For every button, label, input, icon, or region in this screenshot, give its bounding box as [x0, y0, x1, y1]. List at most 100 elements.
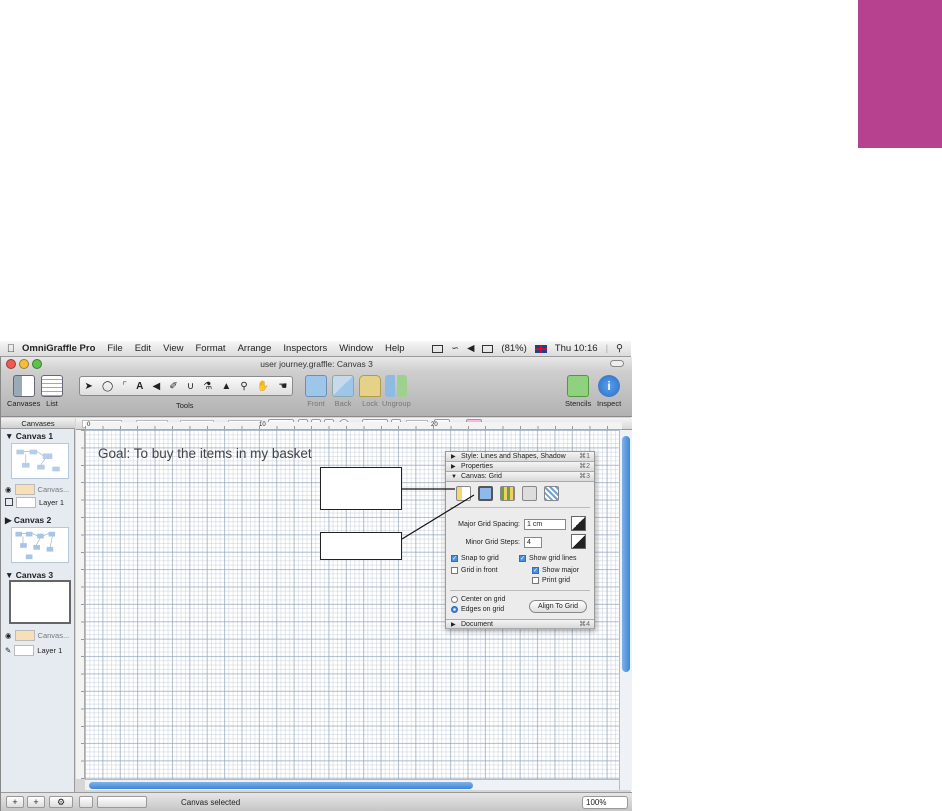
canvas-2-thumbnail[interactable]	[11, 527, 69, 563]
disclosure-triangle-icon[interactable]: ▶	[451, 462, 456, 472]
menu-window[interactable]: Window	[339, 343, 373, 354]
magnet-tool-icon[interactable]: ∪	[187, 381, 194, 392]
zoom-tool-icon[interactable]: ⚲	[240, 381, 247, 392]
inspector-style-row[interactable]: ▶ Style: Lines and Shapes, Shadow ⌘1	[446, 452, 594, 462]
center-on-grid-radio[interactable]: Center on grid	[451, 596, 505, 603]
minor-grid-steps-input[interactable]: 4	[524, 537, 542, 548]
wifi-icon[interactable]: ∽	[451, 343, 459, 354]
sidebar-header[interactable]: Canvases	[1, 418, 75, 429]
eye-icon[interactable]: ◉	[5, 631, 12, 640]
list-label: List	[46, 399, 58, 408]
inspector-document-row[interactable]: ▶ Document ⌘4	[446, 619, 594, 629]
major-grid-spacing-input[interactable]: 1 cm	[524, 519, 566, 530]
canvas-1-layer-1[interactable]: Layer 1	[5, 496, 71, 508]
minor-grid-color-well[interactable]	[571, 534, 586, 549]
pencil-icon[interactable]: ✎	[5, 646, 11, 655]
diagram-tool-icon[interactable]: ▲	[221, 381, 231, 392]
bring-to-front-button[interactable]: Front	[305, 375, 327, 408]
uk-flag-icon[interactable]	[534, 344, 547, 353]
menu-file[interactable]: File	[107, 343, 122, 354]
canvas-3-layer-1[interactable]: ✎ Layer 1	[5, 644, 71, 656]
canvas-2-title[interactable]: ▶ Canvas 2	[5, 515, 51, 526]
canvas-3-layer-canvas[interactable]: ◉ Canvas...	[5, 629, 71, 641]
horizontal-scrollbar[interactable]	[85, 779, 619, 790]
major-grid-color-well[interactable]	[571, 516, 586, 531]
grid-in-front-checkbox[interactable]: Grid in front	[451, 567, 498, 574]
diagram-layout-tab[interactable]	[544, 486, 559, 501]
menu-app-name[interactable]: OmniGraffle Pro	[22, 343, 95, 354]
layer-name: Canvas...	[37, 630, 70, 640]
display-icon[interactable]	[432, 344, 444, 353]
browse-tool-icon[interactable]: ☚	[278, 381, 287, 392]
lock-button[interactable]: Lock	[359, 375, 381, 408]
inspect-label: Inspect	[597, 399, 622, 408]
menu-edit[interactable]: Edit	[135, 343, 151, 354]
text-tool-icon[interactable]: A	[136, 381, 143, 392]
mac-menu-bar:  OmniGraffle Pro File Edit View Format …	[0, 341, 631, 357]
ruler-label: 0	[87, 422, 91, 428]
inspect-button[interactable]: i Inspect	[597, 375, 621, 408]
status-bar: + + ⚙ Canvas selected 100%	[1, 792, 632, 811]
menu-help[interactable]: Help	[385, 343, 405, 354]
menu-format[interactable]: Format	[195, 343, 225, 354]
grid-tab-selected[interactable]	[478, 486, 493, 501]
layer-swatch	[14, 644, 35, 656]
zoom-button[interactable]	[32, 359, 42, 369]
menu-clock[interactable]: Thu 10:16	[555, 343, 598, 354]
selection-tool-icon[interactable]: ➤	[85, 381, 93, 392]
pen-tool-icon[interactable]: ◀	[153, 381, 161, 392]
canvases-toolbar-button[interactable]: Canvases	[7, 375, 40, 408]
send-to-back-button[interactable]: Back	[332, 375, 354, 408]
vertical-scrollbar[interactable]	[619, 430, 632, 790]
disclosure-triangle-icon[interactable]: ▶	[451, 452, 456, 462]
snap-to-grid-checkbox[interactable]: ✓ Snap to grid	[451, 555, 499, 562]
print-grid-checkbox[interactable]: Print grid	[532, 577, 570, 584]
inspector-properties-row[interactable]: ▶ Properties ⌘2	[446, 462, 594, 472]
line-tool-icon[interactable]: ⌜	[122, 381, 127, 392]
rubber-stamp-icon[interactable]: ⚗	[203, 381, 212, 392]
vertical-scroll-thumb[interactable]	[622, 436, 630, 672]
apple-menu-icon[interactable]: 	[0, 343, 22, 355]
disclosure-triangle-icon[interactable]: ▼	[451, 472, 457, 482]
ungroup-label: Ungroup	[382, 399, 411, 408]
align-to-grid-button[interactable]: Align To Grid	[529, 600, 587, 613]
canvas-1-layer-canvas[interactable]: ◉ Canvas...	[5, 483, 71, 495]
add-layer-button[interactable]: +	[27, 796, 45, 808]
add-canvas-button[interactable]: +	[6, 796, 24, 808]
menu-arrange[interactable]: Arrange	[238, 343, 272, 354]
battery-icon[interactable]	[482, 344, 494, 353]
menu-inspectors[interactable]: Inspectors	[283, 343, 327, 354]
layout-tab[interactable]	[522, 486, 537, 501]
close-button[interactable]	[6, 359, 16, 369]
list-toolbar-button[interactable]: List	[41, 375, 63, 408]
horizontal-scroll-thumb[interactable]	[89, 782, 473, 789]
menu-view[interactable]: View	[163, 343, 183, 354]
canvas-1-thumbnail[interactable]	[11, 443, 69, 479]
zoom-select[interactable]: 100%	[582, 796, 628, 809]
show-major-checkbox[interactable]: ✓ Show major	[532, 567, 579, 574]
eye-icon[interactable]: ◉	[5, 485, 12, 494]
annotation-callout-box-1	[320, 467, 402, 510]
line-swatch[interactable]	[97, 796, 147, 808]
show-grid-lines-checkbox[interactable]: ✓ Show grid lines	[519, 555, 576, 562]
gear-icon[interactable]: ⚙	[49, 796, 73, 808]
disclosure-triangle-icon[interactable]: ▶	[451, 620, 456, 630]
canvas-size-tab[interactable]	[456, 486, 471, 501]
minimize-button[interactable]	[19, 359, 29, 369]
canvas-3-thumbnail-selected[interactable]	[9, 580, 71, 624]
toolbar-toggle-button[interactable]	[610, 360, 624, 367]
spotlight-search-icon[interactable]: ⚲	[616, 343, 623, 354]
shape-tool-icon[interactable]: ◯	[102, 381, 113, 392]
inspector-canvas-row[interactable]: ▼ Canvas: Grid ⌘3	[446, 472, 594, 482]
volume-icon[interactable]: ◀	[467, 343, 474, 354]
stencils-button[interactable]: Stencils	[565, 375, 591, 408]
ungroup-button[interactable]: Ungroup	[382, 375, 411, 408]
background-tab[interactable]	[500, 486, 515, 501]
edges-on-grid-radio[interactable]: Edges on grid	[451, 606, 504, 613]
style-brush-icon[interactable]: ✐	[169, 381, 177, 392]
canvas-1-title[interactable]: ▼ Canvas 1	[5, 431, 53, 441]
hand-tool-icon[interactable]: ✋	[257, 381, 269, 392]
goal-text[interactable]: Goal: To buy the items in my basket	[98, 446, 312, 461]
fill-swatch[interactable]	[79, 796, 93, 808]
canvas-3-title[interactable]: ▼ Canvas 3	[5, 570, 53, 580]
